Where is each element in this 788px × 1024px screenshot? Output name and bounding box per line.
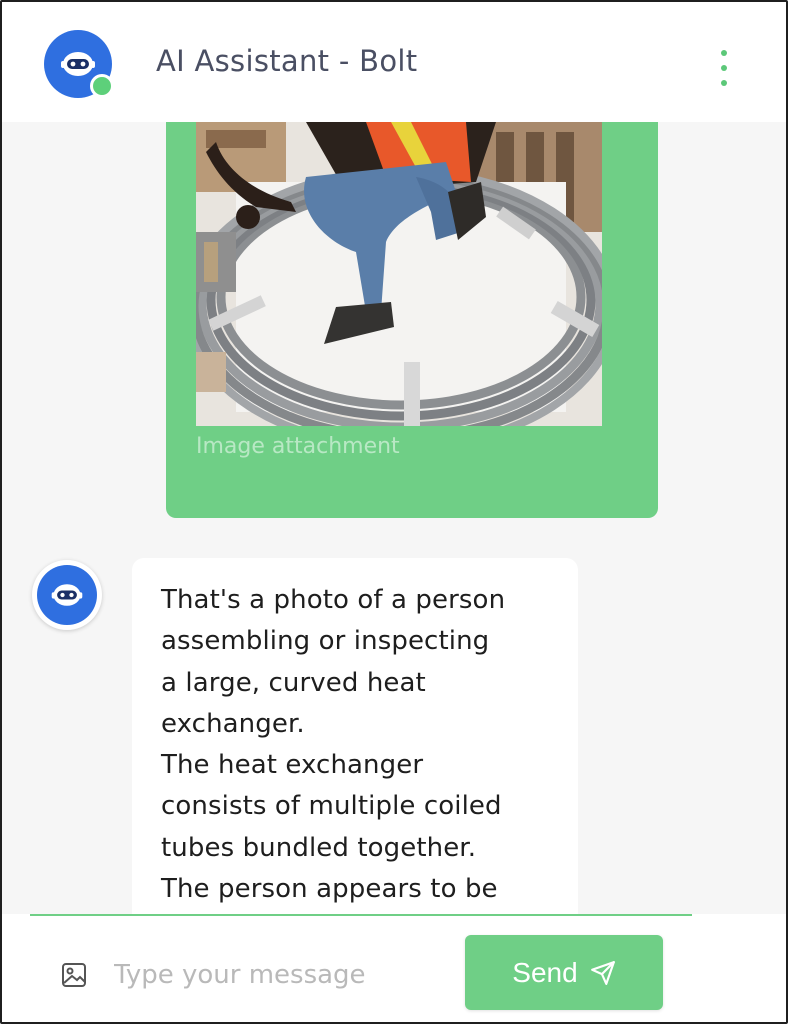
bot-avatar [32, 560, 102, 630]
bot-message: That's a photo of a person assembling or… [132, 558, 578, 914]
message-list[interactable]: Image attachment That's a photo of a per… [2, 122, 786, 914]
composer-divider [30, 914, 692, 916]
online-status-dot [90, 74, 114, 98]
message-line: tubes bundled together. [161, 832, 477, 863]
bot-message-text: That's a photo of a person assembling or… [161, 580, 561, 910]
chat-title: AI Assistant - Bolt [156, 44, 418, 78]
message-line: The person appears to be [161, 874, 498, 905]
message-line: consists of multiple coiled [161, 791, 502, 822]
send-label: Send [512, 956, 578, 988]
message-line: a large, curved heat [161, 667, 426, 698]
chat-header: AI Assistant - Bolt [2, 2, 786, 122]
message-composer: Send [2, 914, 786, 1022]
message-line: assembling or inspecting [161, 626, 490, 657]
user-message-image: Image attachment [166, 122, 658, 518]
assistant-avatar [44, 30, 116, 102]
send-button[interactable]: Send [465, 935, 663, 1010]
message-input[interactable] [112, 952, 436, 998]
message-line: That's a photo of a person [161, 585, 506, 615]
image-caption: Image attachment [196, 434, 400, 459]
message-line: The heat exchanger [161, 750, 424, 781]
message-line: exchanger. [161, 708, 305, 739]
attached-photo[interactable] [196, 122, 602, 426]
robot-icon [51, 584, 83, 606]
image-icon[interactable] [60, 961, 88, 989]
send-icon [590, 960, 615, 985]
more-vertical-icon[interactable] [714, 50, 734, 86]
chat-window: AI Assistant - Bolt Image attachment Tha… [0, 0, 788, 1024]
